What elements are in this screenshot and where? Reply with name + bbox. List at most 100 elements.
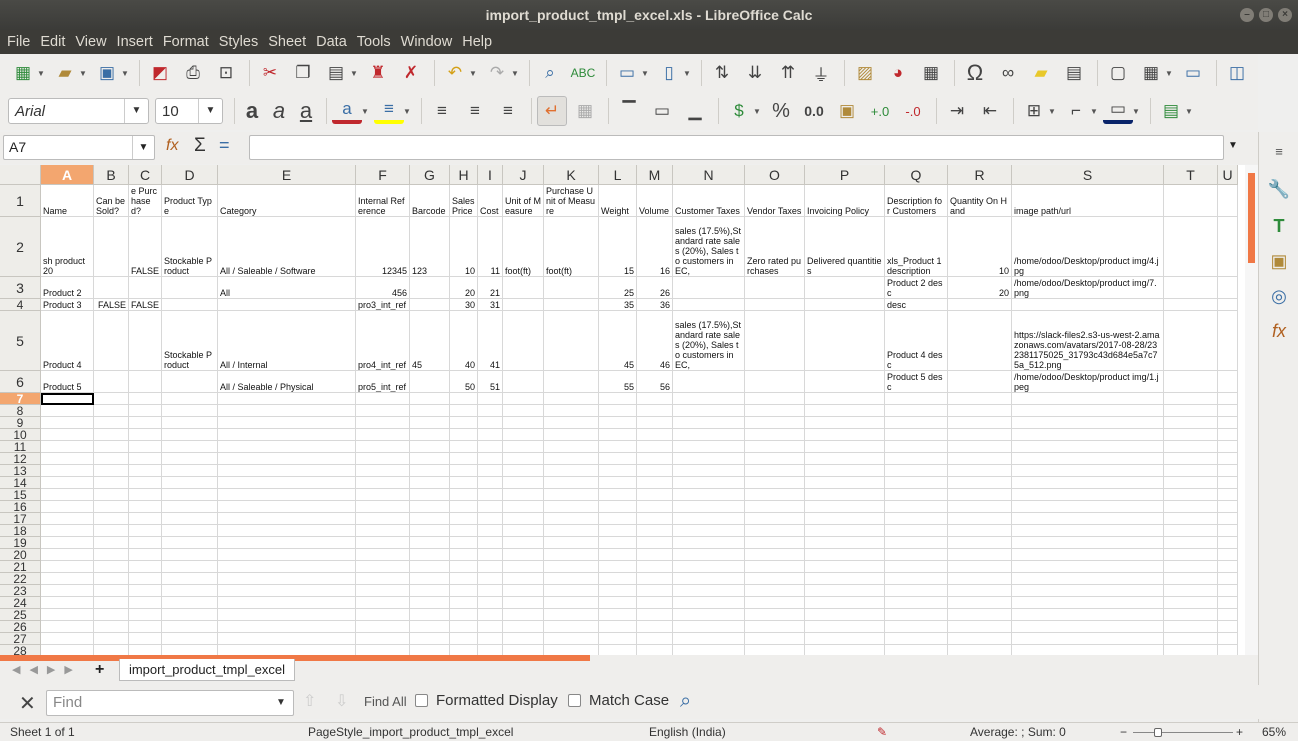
wrap-text-icon[interactable]: ↵ (537, 96, 567, 126)
cell[interactable] (948, 311, 1012, 371)
cell[interactable]: FALSE (129, 217, 162, 277)
borders-icon[interactable]: ⊞ (1019, 96, 1049, 126)
cell[interactable]: 10 (948, 217, 1012, 277)
cell[interactable] (410, 597, 450, 609)
tab-navigation-icon[interactable]: ◀◀▶▶ (12, 663, 82, 676)
cell[interactable] (162, 429, 218, 441)
cell[interactable] (544, 501, 599, 513)
cell[interactable] (637, 573, 673, 585)
cell[interactable] (450, 453, 478, 465)
cell[interactable] (1164, 311, 1218, 371)
align-bottom-icon[interactable]: ▁ (680, 96, 710, 126)
cell[interactable] (885, 645, 948, 655)
cell[interactable] (162, 621, 218, 633)
cell[interactable]: 15 (599, 217, 637, 277)
chevron-down-icon[interactable]: ▼ (198, 99, 222, 123)
cell[interactable] (805, 429, 885, 441)
menu-window[interactable]: Window (396, 30, 458, 54)
copy-icon[interactable]: ❐ (288, 58, 318, 88)
column-header[interactable]: I (478, 165, 503, 185)
cell[interactable]: pro5_int_ref (356, 371, 410, 393)
cell[interactable] (410, 501, 450, 513)
column-header[interactable]: K (544, 165, 599, 185)
cell[interactable] (1012, 633, 1164, 645)
cell[interactable] (948, 299, 1012, 311)
cell[interactable] (673, 299, 745, 311)
cell[interactable] (503, 277, 544, 299)
cell[interactable] (356, 405, 410, 417)
cell[interactable] (410, 453, 450, 465)
cell[interactable] (94, 573, 129, 585)
cell[interactable] (94, 549, 129, 561)
cell[interactable] (745, 609, 805, 621)
menu-edit[interactable]: Edit (35, 30, 70, 54)
cell[interactable] (1164, 185, 1218, 217)
cell[interactable] (599, 633, 637, 645)
cell[interactable] (544, 549, 599, 561)
menu-format[interactable]: Format (158, 30, 214, 54)
chevron-down-icon[interactable]: ▼ (121, 69, 131, 78)
cell[interactable]: Description for Customers (885, 185, 948, 217)
cell[interactable]: 25 (599, 277, 637, 299)
cell[interactable] (41, 585, 94, 597)
cell[interactable] (478, 549, 503, 561)
cell[interactable] (637, 513, 673, 525)
cell[interactable] (410, 609, 450, 621)
cell[interactable]: 123 (410, 217, 450, 277)
cell[interactable] (1164, 217, 1218, 277)
chevron-down-icon[interactable]: ▼ (132, 136, 154, 159)
cell[interactable] (885, 537, 948, 549)
cell[interactable] (410, 417, 450, 429)
cell[interactable] (450, 489, 478, 501)
cell[interactable] (129, 525, 162, 537)
cell[interactable] (673, 477, 745, 489)
sidebar-menu-icon[interactable]: ≡ (1267, 140, 1291, 164)
cell[interactable] (885, 525, 948, 537)
cell[interactable] (129, 441, 162, 453)
cell[interactable] (503, 477, 544, 489)
cell[interactable] (805, 501, 885, 513)
cell[interactable] (94, 489, 129, 501)
cell[interactable] (637, 645, 673, 655)
cell[interactable] (1012, 299, 1164, 311)
cell[interactable] (41, 597, 94, 609)
new-icon[interactable]: ▦ (8, 58, 38, 88)
match-case-checkbox[interactable] (568, 694, 581, 707)
cell[interactable] (478, 489, 503, 501)
increase-indent-icon[interactable]: ⇥ (942, 96, 972, 126)
function-wizard-icon[interactable]: fx (166, 137, 178, 155)
cell[interactable] (885, 609, 948, 621)
cell[interactable] (162, 525, 218, 537)
cell[interactable] (94, 609, 129, 621)
cell[interactable]: All / Saleable / Software (218, 217, 356, 277)
cell[interactable] (94, 621, 129, 633)
cell[interactable] (1218, 573, 1238, 585)
sum-icon[interactable]: Σ (194, 135, 206, 157)
cell[interactable] (1218, 299, 1238, 311)
cell[interactable] (544, 477, 599, 489)
cell[interactable] (544, 371, 599, 393)
chevron-down-icon[interactable]: ▼ (753, 107, 763, 116)
cell[interactable] (410, 299, 450, 311)
cell[interactable] (356, 645, 410, 655)
cell[interactable] (805, 405, 885, 417)
cell[interactable] (162, 277, 218, 299)
cell[interactable] (637, 585, 673, 597)
cell[interactable] (94, 477, 129, 489)
cell[interactable] (218, 561, 356, 573)
chart-icon[interactable]: ◕ (883, 58, 913, 88)
cell[interactable] (599, 573, 637, 585)
cell[interactable] (885, 597, 948, 609)
cell[interactable] (673, 501, 745, 513)
clear-formatting-icon[interactable]: ✗ (396, 58, 426, 88)
cell[interactable] (94, 453, 129, 465)
cell[interactable] (745, 465, 805, 477)
cell[interactable]: pro3_int_ref (356, 299, 410, 311)
cell[interactable] (1218, 513, 1238, 525)
cell[interactable] (162, 405, 218, 417)
cell[interactable] (410, 513, 450, 525)
cell[interactable]: 11 (478, 217, 503, 277)
navigator-icon[interactable]: ◎ (1267, 284, 1291, 308)
cell[interactable] (544, 573, 599, 585)
cell[interactable] (637, 633, 673, 645)
